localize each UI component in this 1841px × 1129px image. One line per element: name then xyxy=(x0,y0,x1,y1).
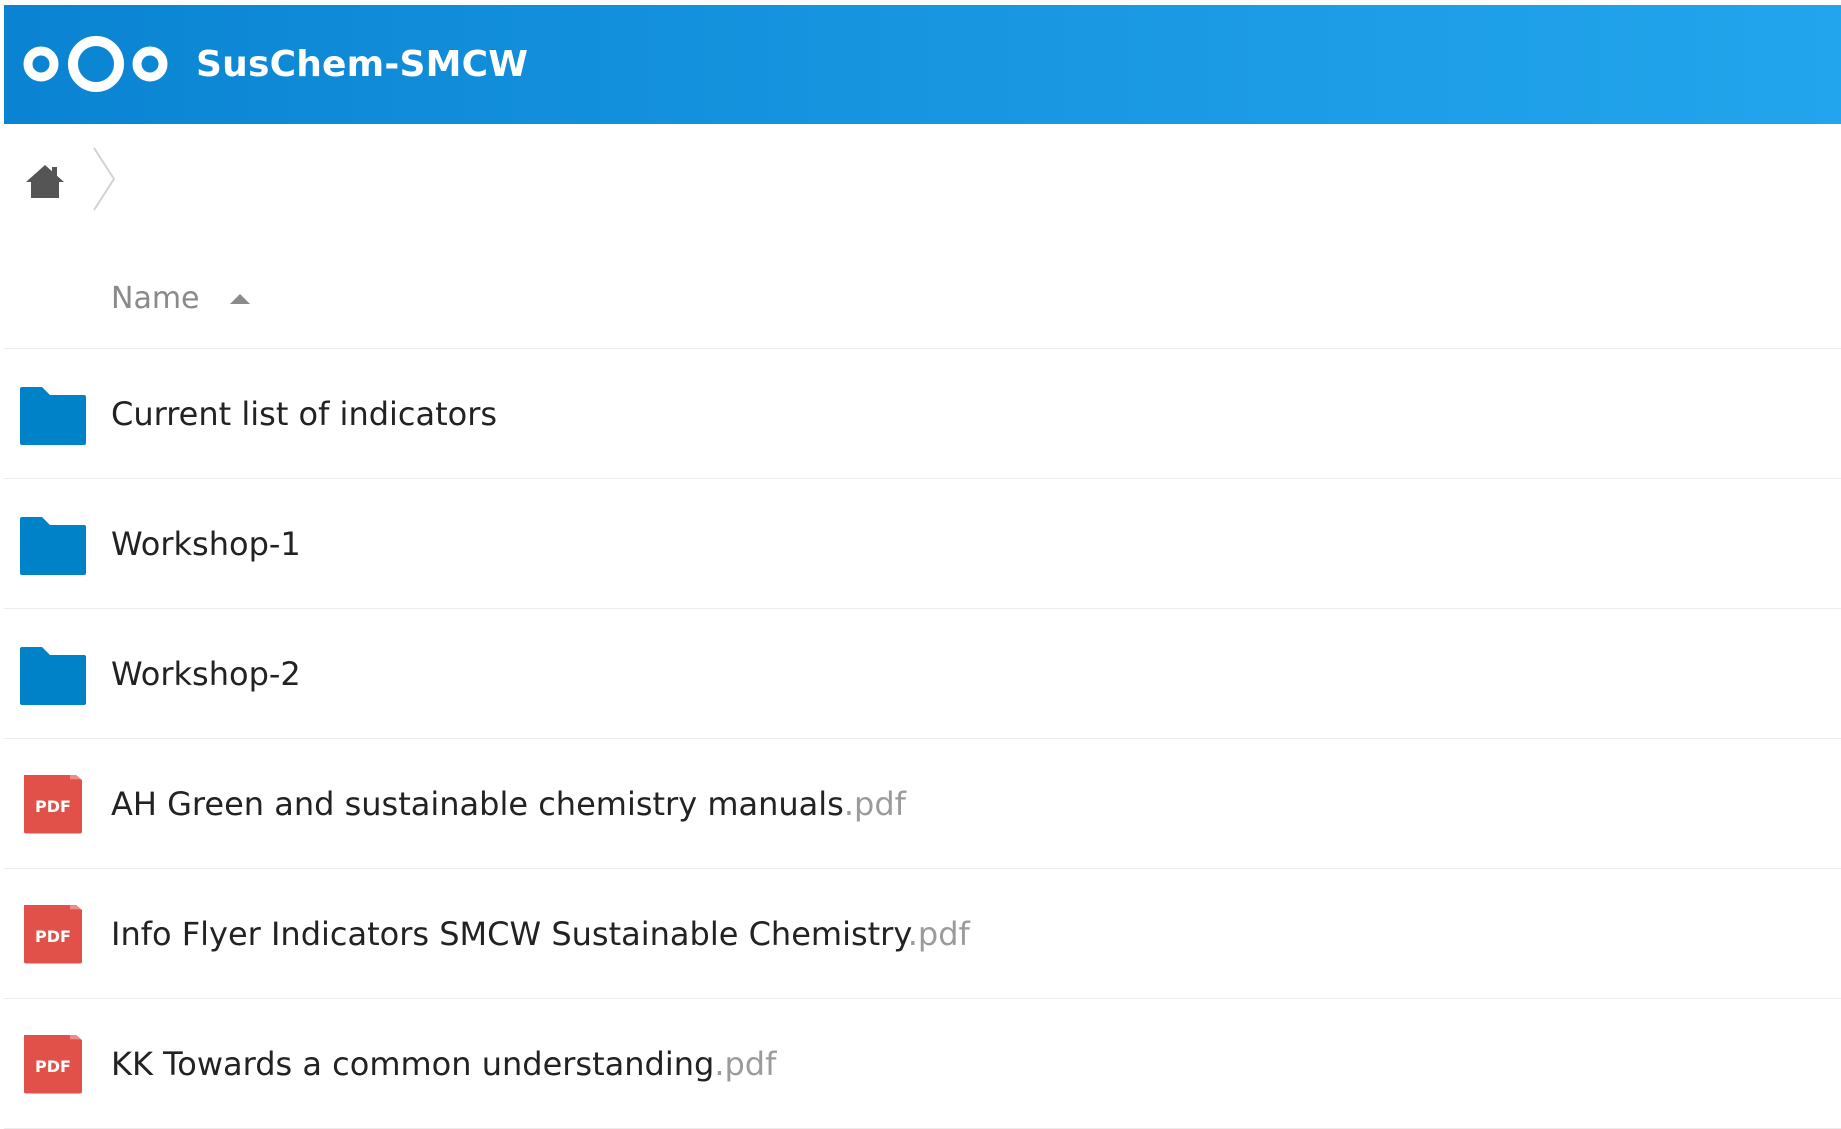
file-list: Current list of indicators Workshop-1 Work… xyxy=(4,349,1841,1129)
pdf-file-icon: PDF xyxy=(18,1029,88,1097)
file-basename: KK Towards a common understanding xyxy=(111,1045,715,1083)
file-extension: .pdf xyxy=(907,915,970,953)
pdf-file-icon: PDF xyxy=(18,899,88,967)
folder-icon xyxy=(18,645,88,707)
file-basename: Workshop-2 xyxy=(111,655,301,693)
sort-ascending-icon xyxy=(229,294,250,304)
column-header-name: Name xyxy=(111,280,200,316)
file-basename: Info Flyer Indicators SMCW Sustainable C… xyxy=(111,915,908,953)
folder-row[interactable]: Current list of indicators xyxy=(4,349,1841,479)
pdf-icon-label: PDF xyxy=(35,927,71,946)
file-name[interactable]: Current list of indicators xyxy=(111,349,497,479)
file-name[interactable]: Workshop-1 xyxy=(111,479,301,609)
home-icon[interactable] xyxy=(22,159,68,205)
folder-icon xyxy=(18,515,88,577)
file-name[interactable]: Workshop-2 xyxy=(111,609,301,739)
file-name[interactable]: Info Flyer Indicators SMCW Sustainable C… xyxy=(111,869,970,999)
file-list-header: Name xyxy=(4,234,1841,349)
sort-by-name-button[interactable]: Name xyxy=(111,276,250,320)
app-title: SusChem-SMCW xyxy=(196,44,529,85)
pdf-icon-label: PDF xyxy=(35,797,71,816)
app-header: SusChem-SMCW xyxy=(4,5,1841,124)
breadcrumb xyxy=(4,124,1841,234)
file-basename: Workshop-1 xyxy=(111,525,301,563)
file-extension: .pdf xyxy=(714,1045,777,1083)
file-basename: AH Green and sustainable chemistry manua… xyxy=(111,785,844,823)
file-row[interactable]: PDF KK Towards a common understanding.pdf xyxy=(4,999,1841,1129)
chevron-right-icon xyxy=(92,146,118,212)
folder-row[interactable]: Workshop-2 xyxy=(4,609,1841,739)
files-page: SusChem-SMCW Name Current list of indica… xyxy=(4,5,1841,1129)
pdf-file-icon: PDF xyxy=(18,769,88,837)
file-row[interactable]: PDF Info Flyer Indicators SMCW Sustainabl… xyxy=(4,869,1841,999)
pdf-icon-label: PDF xyxy=(35,1057,71,1076)
file-extension: .pdf xyxy=(843,785,906,823)
folder-icon xyxy=(18,385,88,447)
file-basename: Current list of indicators xyxy=(111,395,498,433)
file-name[interactable]: KK Towards a common understanding.pdf xyxy=(111,999,776,1129)
file-name[interactable]: AH Green and sustainable chemistry manua… xyxy=(111,739,906,869)
nextcloud-logo-icon[interactable] xyxy=(20,31,172,97)
file-row[interactable]: PDF AH Green and sustainable chemistry ma… xyxy=(4,739,1841,869)
folder-row[interactable]: Workshop-1 xyxy=(4,479,1841,609)
